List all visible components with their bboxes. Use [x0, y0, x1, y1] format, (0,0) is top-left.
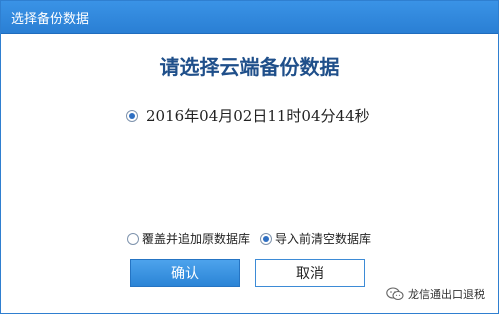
title-bar[interactable]: 选择备份数据 [1, 1, 498, 34]
restore-mode-append[interactable]: 覆盖并追加原数据库 [127, 230, 250, 247]
window-title: 选择备份数据 [11, 11, 90, 27]
watermark: 龙信通出口退税 [386, 286, 485, 302]
restore-mode-group: 覆盖并追加原数据库 导入前清空数据库 [127, 230, 371, 247]
dialog-heading: 请选择云端备份数据 [159, 55, 340, 79]
wechat-icon [386, 287, 404, 301]
append-radio[interactable] [127, 232, 139, 245]
confirm-button[interactable]: 确认 [130, 259, 240, 287]
append-label: 覆盖并追加原数据库 [142, 232, 251, 246]
dialog-window: 选择备份数据 请选择云端备份数据 2016年04月02日11时04分44秒 覆盖… [0, 0, 499, 314]
clear-label: 导入前清空数据库 [275, 232, 372, 246]
clear-radio[interactable] [260, 232, 273, 245]
watermark-text: 龙信通出口退税 [408, 288, 485, 301]
backup-option-label: 2016年04月02日11时04分44秒 [146, 107, 370, 125]
backup-option[interactable]: 2016年04月02日11时04分44秒 [126, 105, 370, 126]
restore-mode-clear[interactable]: 导入前清空数据库 [260, 230, 371, 247]
cancel-button[interactable]: 取消 [255, 259, 365, 287]
backup-option-radio[interactable] [126, 109, 138, 122]
